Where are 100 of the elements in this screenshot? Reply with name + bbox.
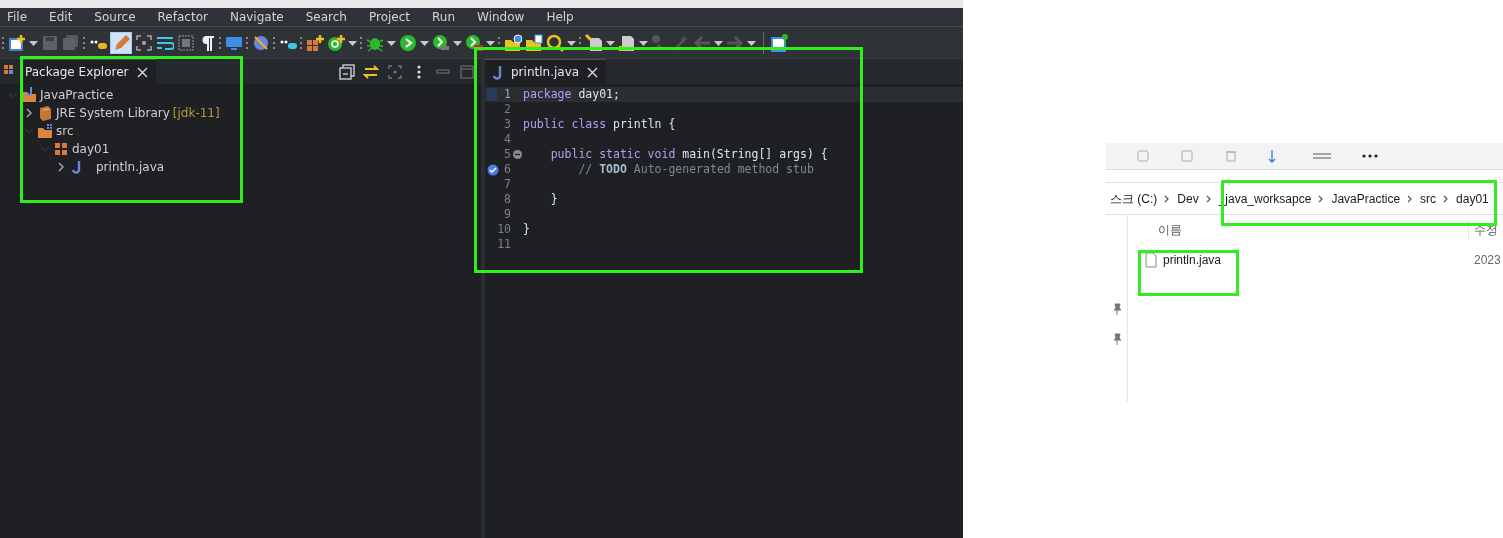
chevron-right-icon[interactable]: [1164, 194, 1171, 203]
line-number: 11: [497, 235, 511, 253]
column-header[interactable]: 이름: [1128, 221, 1468, 239]
run-icon[interactable]: [399, 33, 417, 52]
close-icon[interactable]: [587, 66, 599, 78]
code-line: }: [549, 190, 558, 208]
file-name[interactable]: println.java: [1163, 251, 1222, 269]
new-file-icon[interactable]: [8, 33, 26, 52]
grip-icon: [246, 35, 249, 50]
pin-icon[interactable]: [1111, 333, 1122, 345]
grip-icon: [300, 35, 303, 50]
line-number: 4: [504, 130, 511, 148]
menu-item[interactable]: Source: [94, 9, 146, 25]
collapsed-chevron-icon[interactable]: [56, 162, 66, 172]
grip-icon: [2, 35, 5, 50]
code-line: // TODO Auto-generated method stub: [577, 161, 814, 178]
line-number: 5: [504, 145, 511, 163]
line-number: 2: [504, 100, 511, 118]
dropdown-caret-icon[interactable]: [486, 39, 495, 46]
search-icon[interactable]: [546, 33, 564, 52]
close-icon[interactable]: [136, 66, 148, 78]
fold-icon[interactable]: [513, 150, 522, 159]
pin-icon[interactable]: [1111, 303, 1122, 315]
line-number: 10: [497, 220, 511, 238]
code-line: package day01;: [523, 85, 620, 103]
menu-item[interactable]: File: [7, 9, 38, 25]
menu-item[interactable]: Run: [432, 9, 466, 25]
menu-item[interactable]: Edit: [49, 9, 83, 25]
line-number: 8: [504, 190, 511, 208]
tree-item[interactable]: JRE System Library: [56, 104, 170, 122]
dropdown-caret-icon[interactable]: [387, 39, 396, 46]
grip-icon: [273, 35, 276, 50]
java-file-icon: [491, 64, 503, 80]
code-line: public class println {: [523, 115, 676, 133]
dropdown-caret-icon[interactable]: [639, 39, 648, 46]
external-tool-icon[interactable]: [465, 33, 483, 52]
grip-icon: [360, 35, 363, 50]
line-number: 3: [504, 115, 511, 133]
perspective-icon[interactable]: [771, 33, 789, 52]
dropdown-caret-icon[interactable]: [348, 39, 357, 46]
breadcrumb-item[interactable]: Dev: [1177, 189, 1199, 208]
menu-item[interactable]: Window: [477, 9, 535, 25]
task-check-icon[interactable]: [487, 163, 499, 176]
tree-item[interactable]: src: [56, 122, 74, 140]
code-line: public static void main(String[] args) {: [549, 145, 828, 163]
open-type-icon[interactable]: [504, 33, 522, 52]
project-icon: [21, 87, 37, 103]
menu-item[interactable]: Navigate: [229, 9, 294, 25]
new-package-icon[interactable]: [306, 33, 324, 52]
collapse-all-icon[interactable]: [339, 63, 355, 80]
menu-item[interactable]: Search: [305, 9, 357, 25]
maximize-icon[interactable]: [459, 63, 475, 80]
focus-icon[interactable]: [387, 63, 403, 80]
tree-item[interactable]: JavaPractice: [40, 86, 114, 104]
breadcrumb-item[interactable]: day01: [1456, 189, 1489, 208]
code-line: }: [523, 220, 530, 238]
link-icon[interactable]: [363, 63, 379, 80]
dropdown-caret-icon[interactable]: [420, 39, 429, 46]
editor-tab[interactable]: println.java: [485, 59, 607, 84]
chevron-right-icon[interactable]: [1407, 194, 1414, 203]
pencil-icon[interactable]: [110, 31, 132, 54]
dropdown-caret-icon[interactable]: [29, 39, 38, 46]
grip-icon: [219, 35, 222, 50]
grip-icon: [83, 35, 86, 50]
file-icon: [1145, 252, 1157, 268]
run-config-icon[interactable]: [432, 33, 450, 52]
dropdown-caret-icon[interactable]: [747, 39, 756, 46]
dropdown-caret-icon[interactable]: [567, 39, 576, 46]
tree-item[interactable]: println.java: [96, 158, 165, 176]
dropdown-caret-icon[interactable]: [453, 39, 462, 46]
package-icon: [4, 65, 13, 74]
line-number: 1: [504, 85, 511, 103]
dropdown-caret-icon[interactable]: [606, 39, 615, 46]
menu-item[interactable]: Help: [546, 9, 584, 25]
focus-icon[interactable]: [135, 33, 153, 52]
chevron-right-icon[interactable]: [1205, 194, 1212, 203]
line-number: 9: [504, 205, 511, 223]
breadcrumb-item[interactable]: JavaPractice: [1331, 189, 1401, 208]
chevron-right-icon[interactable]: [1318, 194, 1325, 203]
line-number: 6: [504, 160, 511, 178]
new-class-icon[interactable]: [327, 33, 345, 52]
line-number: 7: [504, 175, 511, 193]
dropdown-caret-icon[interactable]: [714, 39, 723, 46]
column-header[interactable]: 수정: [1468, 221, 1498, 239]
collapsed-chevron-icon[interactable]: [24, 108, 34, 118]
menu-item[interactable]: Refactor: [157, 9, 218, 25]
breadcrumb-item[interactable]: src: [1420, 189, 1437, 208]
library-version: [jdk-11]: [172, 105, 220, 122]
package-icon: [53, 141, 69, 157]
tree-item[interactable]: day01: [72, 140, 110, 158]
annotation-icon[interactable]: [585, 33, 603, 52]
menu-item[interactable]: Project: [368, 9, 421, 25]
chevron-right-icon[interactable]: [1443, 194, 1450, 203]
breadcrumb-item[interactable]: 스크 (C:): [1110, 189, 1158, 208]
source-folder-icon: [37, 123, 53, 139]
open-task-icon[interactable]: [525, 33, 543, 52]
modified-date: 2023: [1473, 252, 1501, 269]
view-tab[interactable]: Package Explorer: [19, 59, 156, 84]
more-icon[interactable]: [1362, 153, 1378, 159]
skip-icon[interactable]: [252, 33, 270, 52]
